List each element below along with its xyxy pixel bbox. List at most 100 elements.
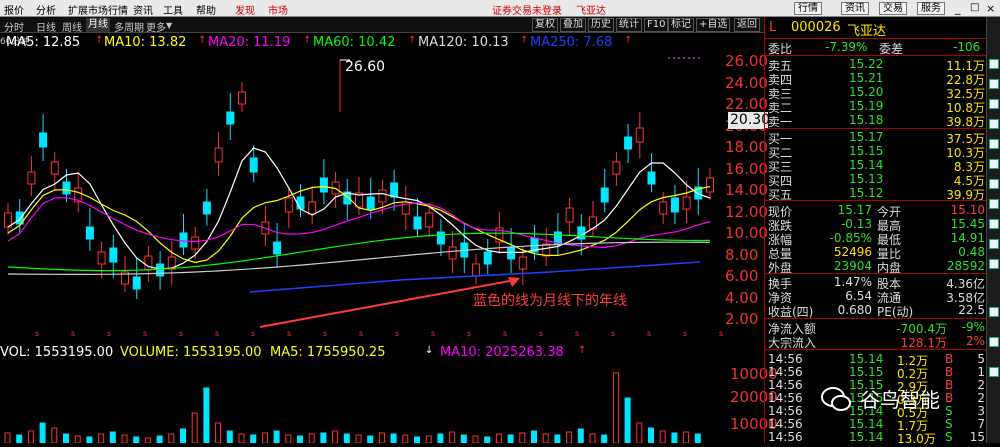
maximize-icon[interactable]: □ <box>970 2 979 13</box>
close-icon[interactable]: × <box>986 2 995 15</box>
tick-count: 3 <box>977 404 985 418</box>
tab-more[interactable]: 更多 <box>146 19 166 34</box>
ma20-value: MA20: 11.19 <box>208 35 291 50</box>
tool-tongji[interactable]: 统计 <box>616 18 642 32</box>
toolbar-icon[interactable] <box>989 179 999 189</box>
toolbar-icon[interactable] <box>989 139 999 149</box>
tool-fuquan[interactable]: 复权 <box>532 18 558 32</box>
toolbar-icon[interactable] <box>989 337 999 347</box>
bid-price: 15.17 <box>849 130 884 144</box>
toolbar-icon[interactable] <box>989 59 999 69</box>
tab-fenshi[interactable]: 分时 <box>4 19 24 34</box>
menu-news[interactable]: 资讯 <box>133 2 153 17</box>
candle <box>600 169 609 212</box>
menu-help[interactable]: 帮助 <box>196 2 216 17</box>
toolbar-icon[interactable] <box>989 307 999 317</box>
candle <box>436 219 445 256</box>
candle-body <box>436 231 445 245</box>
toolbar-icon[interactable] <box>989 159 999 169</box>
period-marker: s <box>611 329 615 338</box>
period-tab-bar: 分时 日线 周线 月线 多周期 更多 ▼ 复权 叠加 历史 统计 F10 标记 … <box>0 17 764 34</box>
btn-jiaoyi[interactable]: 交易 <box>879 2 907 15</box>
candle-body <box>542 243 551 257</box>
toolbar-icon[interactable] <box>989 119 999 129</box>
stat-row: 涨跌 -0.13 最高 15.45 <box>765 217 987 233</box>
stat-row: 净资 6.54 流通 3.58亿 <box>765 289 987 305</box>
tick-price: 15.14 <box>849 352 884 366</box>
candle <box>390 170 399 211</box>
tick-count: 7 <box>977 417 985 431</box>
volume-bar <box>671 432 678 443</box>
candle-body <box>85 226 94 240</box>
tick-side: S <box>945 430 953 444</box>
tool-diejia[interactable]: 叠加 <box>560 18 586 32</box>
price-axis-label: 14.00 <box>725 181 768 199</box>
btn-fuwu[interactable]: 服务 <box>917 2 945 15</box>
ask-row: 卖三 15.20 32.5万 <box>765 85 987 101</box>
toolbar-icon[interactable] <box>989 259 999 269</box>
candle <box>167 241 176 285</box>
candle <box>132 258 141 299</box>
tick-count: 15 <box>969 430 985 444</box>
toolbar-icon[interactable] <box>989 79 999 89</box>
tick-price: 15.15 <box>849 365 884 379</box>
volume-bar <box>566 431 573 443</box>
ma250-value: MA250: 7.68 <box>530 35 613 50</box>
tick-price: 15.14 <box>849 417 884 431</box>
candle-body <box>448 246 457 260</box>
candlestick-chart[interactable]: ssssssssssssssssssss <box>0 52 764 338</box>
tab-duozhouqi[interactable]: 多周期 <box>114 19 144 34</box>
candle <box>460 224 469 273</box>
menu-ext-market[interactable]: 扩展市场行情 <box>68 2 128 17</box>
volume-bar <box>449 431 456 443</box>
candle-body <box>366 196 375 210</box>
toolbar-icon[interactable] <box>989 199 999 209</box>
bid-price: 15.14 <box>849 158 884 172</box>
tab-yuexian[interactable]: 月线 <box>86 18 110 32</box>
volume-bar <box>472 435 479 443</box>
toolbar-icon[interactable] <box>989 99 999 109</box>
tab-zhouxian[interactable]: 周线 <box>62 19 82 34</box>
btn-zixun[interactable]: 资讯 <box>841 2 869 15</box>
candle-body <box>156 263 165 277</box>
stock-name: 飞亚达 <box>847 24 887 39</box>
candle <box>273 223 282 268</box>
stat-value: 15.45 <box>950 217 985 231</box>
chevron-down-icon[interactable]: ▼ <box>166 21 172 30</box>
menu-tools[interactable]: 工具 <box>163 2 183 17</box>
candle <box>565 198 574 236</box>
candle-body <box>682 196 691 210</box>
stat-value: -0.13 <box>840 217 872 231</box>
tool-return[interactable]: 返回 <box>734 18 760 32</box>
volume-bar <box>519 432 526 443</box>
volume-chart[interactable] <box>0 362 764 443</box>
toolbar-icon[interactable] <box>989 367 999 377</box>
volume-bar <box>39 422 46 443</box>
volume-bar <box>694 433 701 443</box>
menu-discover[interactable]: 发现 <box>235 2 255 17</box>
candle-body <box>249 157 258 173</box>
volume-bar <box>332 430 339 443</box>
tool-lishi[interactable]: 历史 <box>588 18 614 32</box>
down-arrow-icon: ↓ <box>425 345 434 356</box>
tool-biaoji[interactable]: 标记 <box>668 18 694 32</box>
tool-add-watchlist[interactable]: +自选 <box>696 18 731 32</box>
up-arrow-icon: ↑ <box>520 35 529 46</box>
tool-f10[interactable]: F10 <box>644 18 669 32</box>
minimize-icon[interactable]: _ <box>955 2 961 15</box>
toolbar-icon[interactable] <box>989 219 999 229</box>
bid-row: 买四 15.13 4.5万 <box>765 172 987 188</box>
menu-market[interactable]: 市场 <box>268 2 288 17</box>
btn-hangqing[interactable]: 行情 <box>794 2 822 15</box>
tick-time: 14:56 <box>768 365 803 379</box>
ask-price: 15.20 <box>849 85 884 99</box>
toolbar-icon[interactable] <box>989 239 999 249</box>
candle <box>238 82 246 112</box>
candle-body <box>612 161 621 175</box>
menu-analysis[interactable]: 分析 <box>36 2 56 17</box>
candle <box>401 186 410 230</box>
menu-quote[interactable]: 报价 <box>4 2 24 17</box>
tick-time: 14:56 <box>768 391 803 405</box>
volume-bar <box>4 432 11 443</box>
tab-rixian[interactable]: 日线 <box>36 19 56 34</box>
